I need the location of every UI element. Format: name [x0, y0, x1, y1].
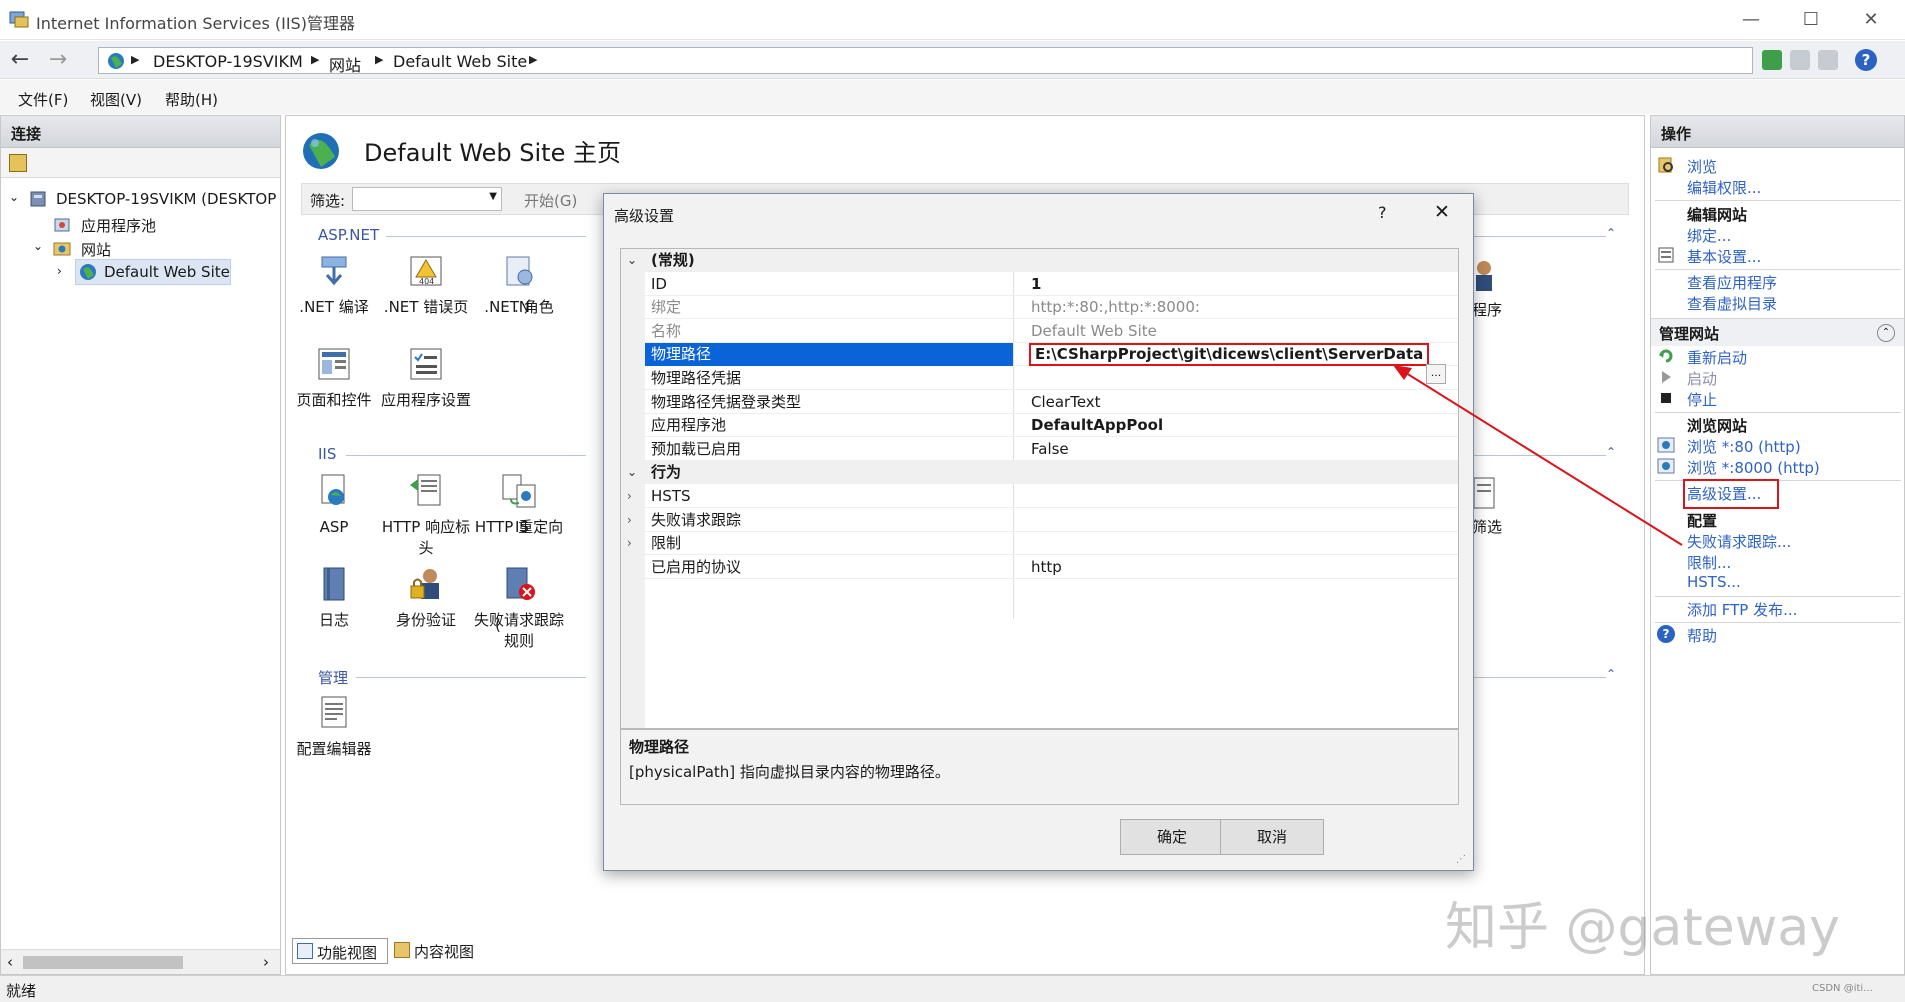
corner-mark: CSDN @iti...: [1812, 983, 1873, 994]
status-bar: 就绪 CSDN @iti...: [0, 975, 1905, 1002]
watermark: 知乎 @gateway: [1445, 898, 1840, 958]
annotation-arrow: [1393, 365, 1683, 546]
status-text: 就绪: [6, 982, 37, 1000]
